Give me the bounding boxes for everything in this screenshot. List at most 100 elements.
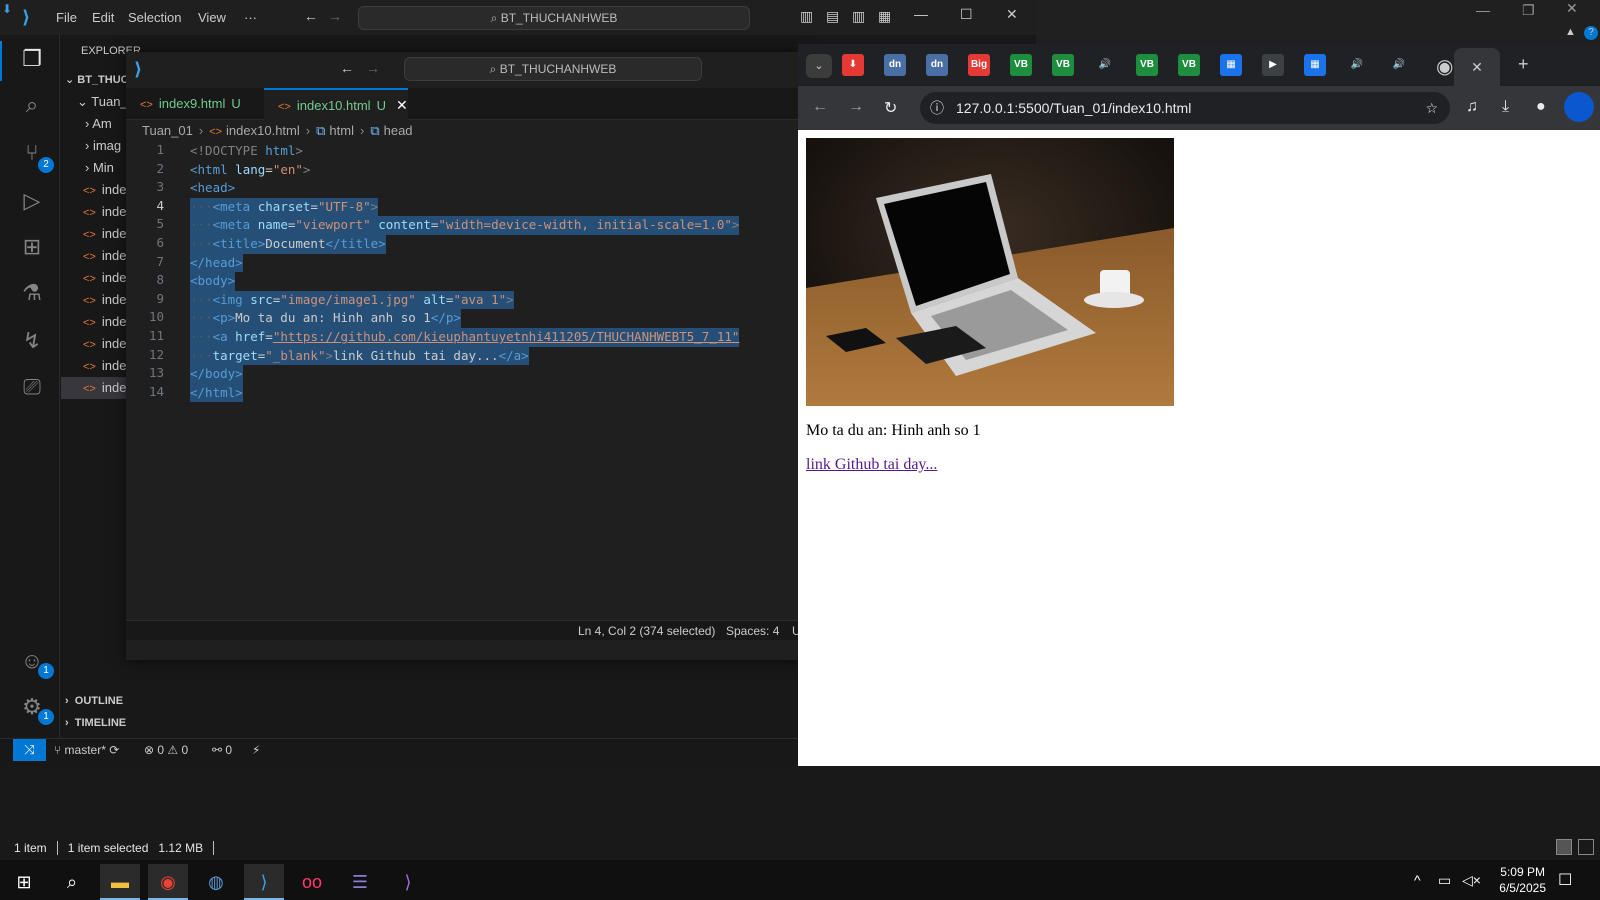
new-tab-icon[interactable]: + — [1518, 54, 1529, 75]
avatar[interactable] — [1564, 92, 1594, 122]
extensions-icon[interactable]: ⊞ — [18, 233, 46, 261]
address-bar[interactable]: ⓘ 127.0.0.1:5500/Tuan_01/index10.html ☆ — [920, 92, 1450, 124]
pinned-tab-favicon[interactable]: VB — [1178, 54, 1200, 76]
pinned-tab-favicon[interactable]: Big — [968, 54, 990, 76]
toggle-secondary-sidebar-icon[interactable]: ▥ — [852, 8, 865, 25]
command-center-search[interactable]: ⌕ BT_THUCHANHWEB — [358, 6, 750, 30]
tiles-view-button[interactable] — [1578, 839, 1594, 855]
back-arrow-icon[interactable]: ← — [812, 98, 828, 116]
remote-indicator[interactable]: ⤨ — [13, 739, 46, 761]
start-icon[interactable]: ⊞ — [4, 864, 44, 900]
tree-file-selected[interactable]: <> inde — [61, 377, 131, 399]
media-control-icon[interactable]: ♫ — [1466, 98, 1478, 116]
breadcrumb-folder[interactable]: Tuan_01 — [142, 123, 193, 138]
pinned-tab-favicon[interactable]: dn — [884, 54, 906, 76]
search-icon[interactable]: ⌕ — [18, 91, 46, 119]
vscode-icon[interactable]: ⟩ — [244, 864, 284, 900]
pinned-tab-favicon[interactable]: VB — [1136, 54, 1158, 76]
minimize-icon[interactable]: — — [1476, 2, 1490, 18]
bookmark-star-icon[interactable]: ☆ — [1425, 92, 1438, 124]
volume-mute-icon[interactable]: ◁× — [1462, 872, 1481, 889]
code-line-selected: <body> — [190, 272, 236, 291]
menu-selection[interactable]: Selection — [128, 10, 181, 25]
chrome-icon[interactable]: ◉ — [148, 864, 188, 900]
github-link[interactable]: link Github tai day... — [806, 456, 937, 474]
indent-spaces[interactable]: Spaces: 4 — [726, 624, 779, 638]
pinned-tab-favicon[interactable]: ⬇ — [842, 54, 864, 76]
site-info-icon[interactable]: ⓘ — [930, 92, 944, 124]
date: 6/5/2025 — [1499, 881, 1546, 895]
ports-status[interactable]: ⚯ 0 — [212, 743, 232, 757]
profile-icon[interactable]: ● — [1536, 98, 1546, 116]
breadcrumb-html[interactable]: html — [329, 123, 354, 138]
forward-arrow-icon[interactable]: → — [366, 60, 380, 76]
tab-index9[interactable]: <> index9.html U — [126, 88, 264, 120]
breadcrumb-head[interactable]: head — [384, 123, 413, 138]
pinned-tab-favicon[interactable]: 🔊 — [1388, 54, 1410, 76]
pinned-tab-favicon[interactable]: ▶ — [1262, 54, 1284, 76]
lightning-icon[interactable]: ⚡ — [252, 743, 260, 757]
app-icon[interactable]: oo — [292, 864, 332, 900]
network-icon[interactable]: ▭ — [1438, 872, 1451, 889]
reload-icon[interactable]: ↻ — [884, 98, 897, 118]
download-arrow-icon: ⬇ — [2, 2, 13, 16]
testing-icon[interactable]: ⚗ — [18, 279, 46, 307]
back-arrow-icon[interactable]: ← — [304, 8, 318, 24]
pinned-tab-favicon[interactable]: ▦ — [1304, 54, 1326, 76]
close-icon[interactable]: ✕ — [1566, 0, 1578, 17]
command-center-search[interactable]: ⌕ BT_THUCHANHWEB — [404, 57, 702, 81]
workspace-root[interactable]: ⌄ BT_THUC — [65, 69, 135, 91]
branch-status[interactable]: ⑂ master* ⟳ — [54, 743, 119, 757]
menu-more[interactable]: ··· — [244, 10, 257, 25]
search-icon[interactable]: ⌕ — [52, 864, 92, 900]
cursor-position[interactable]: Ln 4, Col 2 (374 selected) — [578, 624, 715, 638]
tray-chevron-icon[interactable]: ^ — [1414, 872, 1421, 888]
tab-index10[interactable]: <> index10.html U ✕ — [264, 88, 408, 120]
problems-status[interactable]: ⊗ 0 ⚠ 0 — [144, 743, 188, 757]
close-tab-icon[interactable]: ✕ — [396, 97, 408, 113]
active-indicator — [0, 41, 2, 81]
pinned-tab-favicon[interactable]: VB — [1052, 54, 1074, 76]
explorer-icon[interactable]: ❐ — [18, 45, 46, 73]
details-view-button[interactable] — [1556, 839, 1572, 855]
pinned-tab-favicon[interactable]: VB — [1010, 54, 1032, 76]
pinned-tab-favicon[interactable]: 🔊 — [1094, 54, 1116, 76]
chevron-up-icon[interactable]: ▲ — [1565, 26, 1576, 38]
download-icon[interactable]: ⤓ — [1502, 98, 1509, 116]
help-icon[interactable]: ? — [1584, 26, 1598, 40]
forward-arrow-icon[interactable]: → — [328, 8, 342, 24]
remote-explorer-icon[interactable]: ⎚ — [18, 373, 46, 401]
menu-view[interactable]: View — [198, 10, 226, 25]
visual-studio-icon[interactable]: ⟩ — [388, 864, 428, 900]
pinned-tab-favicon[interactable]: ▦ — [1220, 54, 1242, 76]
github-icon[interactable]: ◉ — [1436, 54, 1453, 79]
close-tab-icon[interactable]: ✕ — [1454, 48, 1500, 86]
breadcrumb-file[interactable]: index10.html — [226, 123, 300, 138]
file-explorer-icon[interactable]: ▬ — [100, 864, 140, 900]
run-debug-icon[interactable]: ▷ — [18, 187, 46, 215]
notification-icon[interactable]: ☐ — [1558, 870, 1572, 890]
back-arrow-icon[interactable]: ← — [340, 60, 354, 76]
customize-layout-icon[interactable]: ▦ — [878, 8, 891, 25]
menu-file[interactable]: File — [56, 10, 77, 25]
code-editor[interactable]: 1 2 3 4 5 6 7 8 9 10 11 12 13 14 <!DOCTY… — [126, 142, 804, 622]
maximize-icon[interactable]: ☐ — [960, 6, 973, 23]
clock[interactable]: 5:09 PM 6/5/2025 — [1499, 864, 1546, 896]
restore-icon[interactable]: ❐ — [1522, 2, 1535, 19]
git-graph-icon[interactable]: ↯ — [18, 327, 46, 355]
vscode-logo-icon: ⟩ — [22, 7, 31, 27]
pinned-tab-favicon[interactable]: dn — [926, 54, 948, 76]
outline-panel[interactable]: › OUTLINE — [65, 695, 123, 707]
minimize-icon[interactable]: — — [914, 6, 928, 22]
forward-arrow-icon[interactable]: → — [848, 98, 864, 116]
tab-search-icon[interactable]: ⌄ — [806, 54, 832, 78]
app-icon[interactable]: ◍ — [196, 864, 236, 900]
app-icon[interactable]: ☰ — [340, 864, 380, 900]
timeline-panel[interactable]: › TIMELINE — [65, 717, 126, 729]
close-icon[interactable]: ✕ — [1006, 6, 1018, 23]
pinned-tab-favicon[interactable]: 🔊 — [1346, 54, 1368, 76]
toggle-sidebar-icon[interactable]: ▥ — [800, 8, 813, 25]
toggle-panel-icon[interactable]: ▤ — [826, 8, 839, 25]
menu-edit[interactable]: Edit — [92, 10, 114, 25]
html-file-icon: <> — [83, 317, 96, 329]
